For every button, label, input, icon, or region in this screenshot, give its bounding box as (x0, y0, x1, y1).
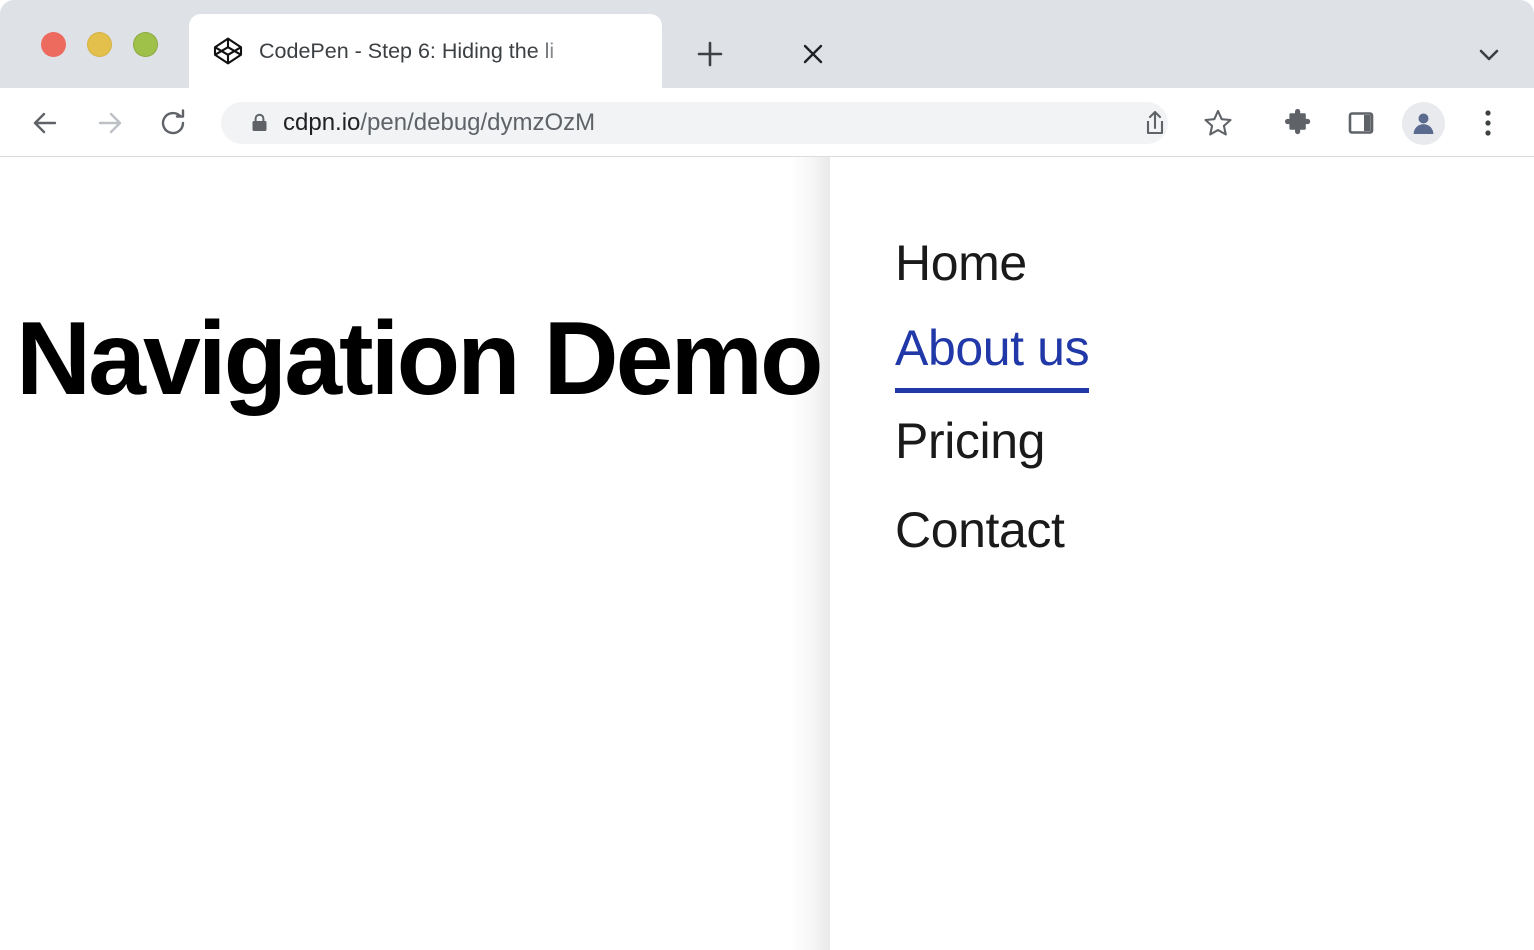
star-icon[interactable] (1203, 108, 1233, 138)
page-viewport: Navigation Demo Home About us Pricing (0, 157, 1534, 950)
profile-avatar[interactable] (1402, 102, 1445, 145)
url-path: /pen/debug/dymzOzM (360, 109, 595, 136)
window-controls (41, 32, 158, 57)
forward-button (93, 106, 127, 140)
list-item: Home (895, 219, 1089, 308)
close-window-button[interactable] (41, 32, 66, 57)
address-bar[interactable]: cdpn.io/pen/debug/dymzOzM (221, 102, 1168, 144)
minimize-window-button[interactable] (87, 32, 112, 57)
codepen-logo-icon (212, 35, 244, 67)
list-item: Pricing (895, 397, 1089, 486)
tab-title: CodePen - Step 6: Hiding the li (259, 14, 579, 88)
three-dot-menu-icon[interactable] (1477, 108, 1499, 138)
share-icon[interactable] (1140, 108, 1170, 138)
browser-window: CodePen - Step 6: Hiding the li (0, 0, 1534, 950)
nav-link-about-us[interactable]: About us (895, 308, 1089, 393)
page-title: Navigation Demo (16, 307, 820, 411)
url-text: cdpn.io/pen/debug/dymzOzM (283, 102, 595, 144)
nav-list: Home About us Pricing Contact (895, 219, 1089, 575)
side-panel-icon[interactable] (1346, 108, 1376, 138)
navigation-panel: Home About us Pricing Contact (830, 157, 1534, 950)
maximize-window-button[interactable] (133, 32, 158, 57)
nav-panel-shadow (790, 157, 830, 950)
list-item: About us (895, 308, 1089, 397)
nav-link-pricing[interactable]: Pricing (895, 397, 1045, 486)
person-icon (1410, 110, 1437, 137)
new-tab-button[interactable] (694, 38, 726, 70)
browser-tab-active[interactable]: CodePen - Step 6: Hiding the li (189, 14, 662, 88)
reload-button[interactable] (156, 106, 190, 140)
tab-strip: CodePen - Step 6: Hiding the li (0, 0, 1534, 88)
close-tab-icon[interactable] (801, 42, 825, 66)
tab-list-chevron-down-icon[interactable] (1474, 40, 1504, 70)
puzzle-icon[interactable] (1283, 108, 1313, 138)
nav-link-home[interactable]: Home (895, 219, 1027, 308)
lock-icon (250, 113, 269, 133)
back-button[interactable] (28, 106, 62, 140)
url-host: cdpn.io (283, 109, 360, 136)
nav-link-contact[interactable]: Contact (895, 486, 1065, 575)
list-item: Contact (895, 486, 1089, 575)
browser-toolbar: cdpn.io/pen/debug/dymzOzM (0, 88, 1534, 157)
